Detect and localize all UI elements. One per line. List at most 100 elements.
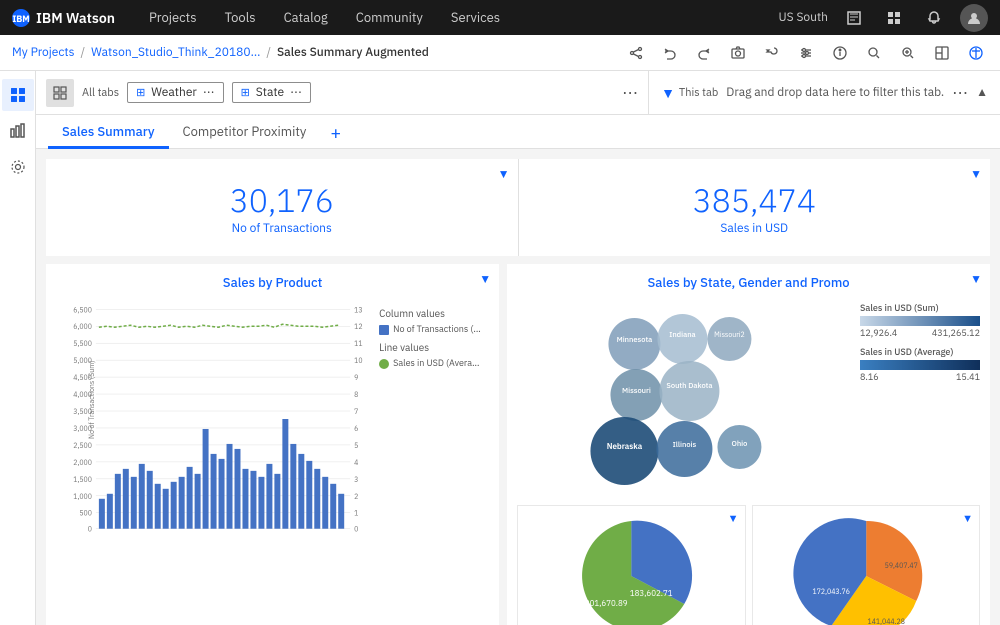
filter-expand-icon[interactable]: ▲ <box>976 85 988 100</box>
legend-dot-blue <box>379 325 389 335</box>
breadcrumb-home[interactable]: My Projects <box>12 45 74 60</box>
avatar[interactable] <box>960 4 988 32</box>
svg-text:6,500: 6,500 <box>73 305 92 314</box>
svg-text:201,670.89: 201,670.89 <box>585 599 628 609</box>
ibm-logo-icon: IBM <box>12 9 30 27</box>
filter-right-more-btn[interactable]: ⋯ <box>952 83 968 103</box>
breadcrumb-current: Sales Summary Augmented <box>277 45 429 60</box>
tab-add-btn[interactable]: + <box>320 118 351 148</box>
tab-sales-summary[interactable]: Sales Summary <box>48 115 169 149</box>
redo-icon[interactable] <box>692 41 716 65</box>
bar-chart-filter-icon[interactable]: ▼ <box>479 272 491 287</box>
breadcrumb-project[interactable]: Watson_Studio_Think_20180... <box>91 45 260 60</box>
main-nav: Projects Tools Catalog Community Service… <box>135 0 779 35</box>
this-tab-filter-icon: ▼ <box>661 84 675 102</box>
tools-icon[interactable] <box>760 41 784 65</box>
avg-color-bar <box>860 360 980 370</box>
svg-text:141,044.28: 141,044.28 <box>867 617 904 625</box>
state-chip-label: State <box>256 85 284 100</box>
svg-text:10: 10 <box>354 356 362 365</box>
state-filter-chip[interactable]: ⊞ State ··· <box>232 82 311 103</box>
app-logo: IBM IBM Watson <box>12 9 115 27</box>
nav-tools[interactable]: Tools <box>211 0 270 35</box>
breadcrumb-toolbar <box>624 41 988 65</box>
tab-competitor-proximity[interactable]: Competitor Proximity <box>169 115 321 149</box>
flag-icon[interactable] <box>964 41 988 65</box>
line-values-label: Line values <box>379 341 489 354</box>
kpi-sales-filter-icon[interactable]: ▼ <box>970 167 982 182</box>
layout-icon[interactable] <box>930 41 954 65</box>
svg-text:8: 8 <box>354 390 358 399</box>
legend-line-text: Sales in USD (Avera... <box>393 358 479 369</box>
weather-chip-label: Weather <box>151 85 197 100</box>
tabs-bar: Sales Summary Competitor Proximity + <box>36 115 1000 149</box>
svg-text:IBM: IBM <box>12 14 29 25</box>
bubble-chart-panel: ▼ Sales by State, Gender and Promo Minne… <box>507 264 990 625</box>
grid-icon[interactable] <box>880 4 908 32</box>
camera-icon[interactable] <box>726 41 750 65</box>
svg-text:South Dakota: South Dakota <box>666 381 712 391</box>
pie-right-svg: 59,407.47 141,044.28 172,043.76 <box>753 506 979 625</box>
info-icon[interactable] <box>828 41 852 65</box>
sidebar-settings-icon[interactable] <box>2 151 34 183</box>
svg-text:1,500: 1,500 <box>73 475 92 484</box>
legend-column-text: No of Transactions (... <box>393 324 481 335</box>
kpi-transactions-filter-icon[interactable]: ▼ <box>498 167 510 182</box>
bell-icon[interactable] <box>920 4 948 32</box>
legend-sales: Sales in USD (Avera... <box>379 358 489 369</box>
charts-row: ▼ Sales by Product <box>46 264 990 625</box>
filter-more-btn[interactable]: ⋯ <box>622 83 638 103</box>
legend-avg-label: Sales in USD (Average) <box>860 347 980 358</box>
sum-max: 431,265.12 <box>932 328 980 339</box>
main-layout: All tabs ⊞ Weather ··· ⊞ State ··· ⋯ ▼ T… <box>0 71 1000 625</box>
book-icon[interactable] <box>840 4 868 32</box>
svg-text:13: 13 <box>354 305 362 314</box>
pie-chart-right-panel: ▼ 59,407.47 141,044.28 172,043.76 <box>752 505 980 625</box>
kpi-sales-label: Sales in USD <box>539 221 971 236</box>
nav-catalog[interactable]: Catalog <box>270 0 342 35</box>
kpi-transactions-value: 30,176 <box>66 179 498 221</box>
bar-chart-legend: Column values No of Transactions (... Li… <box>379 299 489 543</box>
svg-text:6,000: 6,000 <box>73 322 92 331</box>
kpi-transactions-label: No of Transactions <box>66 221 498 236</box>
breadcrumb-sep1: / <box>80 45 85 60</box>
svg-text:Nebraska: Nebraska <box>607 442 643 452</box>
sidebar-chart-icon[interactable] <box>2 115 34 147</box>
svg-text:6: 6 <box>354 424 358 433</box>
filter-bar: All tabs ⊞ Weather ··· ⊞ State ··· ⋯ ▼ T… <box>36 71 1000 115</box>
sliders-icon[interactable] <box>794 41 818 65</box>
svg-text:12: 12 <box>354 322 362 331</box>
legend-sum-label: Sales in USD (Sum) <box>860 303 980 314</box>
content-area: All tabs ⊞ Weather ··· ⊞ State ··· ⋯ ▼ T… <box>36 71 1000 625</box>
pie-charts-row: ▼ 183,602.71 201,670.89 <box>517 505 980 625</box>
kpi-sales: ▼ 385,474 Sales in USD <box>518 159 991 256</box>
nav-services[interactable]: Services <box>437 0 514 35</box>
undo-icon[interactable] <box>658 41 682 65</box>
svg-text:4: 4 <box>354 458 358 467</box>
state-chip-dots[interactable]: ··· <box>290 85 302 100</box>
sidebar-dashboard-icon[interactable] <box>2 79 34 111</box>
sum-color-bar <box>860 316 980 326</box>
weather-filter-chip[interactable]: ⊞ Weather ··· <box>127 82 224 103</box>
dashboard: ▼ 30,176 No of Transactions ▼ 385,474 Sa… <box>36 149 1000 625</box>
nav-right: US South <box>779 4 988 32</box>
share-icon[interactable] <box>624 41 648 65</box>
svg-text:0: 0 <box>88 525 92 534</box>
svg-text:1,000: 1,000 <box>73 492 92 501</box>
bubble-chart-filter-icon[interactable]: ▼ <box>970 272 982 287</box>
svg-text:9: 9 <box>354 373 358 382</box>
pie-left-filter-icon[interactable]: ▼ <box>728 512 739 526</box>
pie-right-filter-icon[interactable]: ▼ <box>962 512 973 526</box>
svg-text:No of Transactions (Sum): No of Transactions (Sum) <box>87 360 96 439</box>
search-icon[interactable] <box>862 41 886 65</box>
nav-community[interactable]: Community <box>342 0 437 35</box>
svg-text:500: 500 <box>79 509 92 518</box>
weather-chip-dots[interactable]: ··· <box>203 85 215 100</box>
nav-projects[interactable]: Projects <box>135 0 211 35</box>
filter-right: ▼ This tab Drag and drop data here to fi… <box>649 71 1000 114</box>
breadcrumb-sep2: / <box>266 45 271 60</box>
svg-text:2,000: 2,000 <box>73 458 92 467</box>
zoom-icon[interactable] <box>896 41 920 65</box>
legend-transactions: No of Transactions (... <box>379 324 489 335</box>
this-tab-label: This tab <box>679 86 718 100</box>
